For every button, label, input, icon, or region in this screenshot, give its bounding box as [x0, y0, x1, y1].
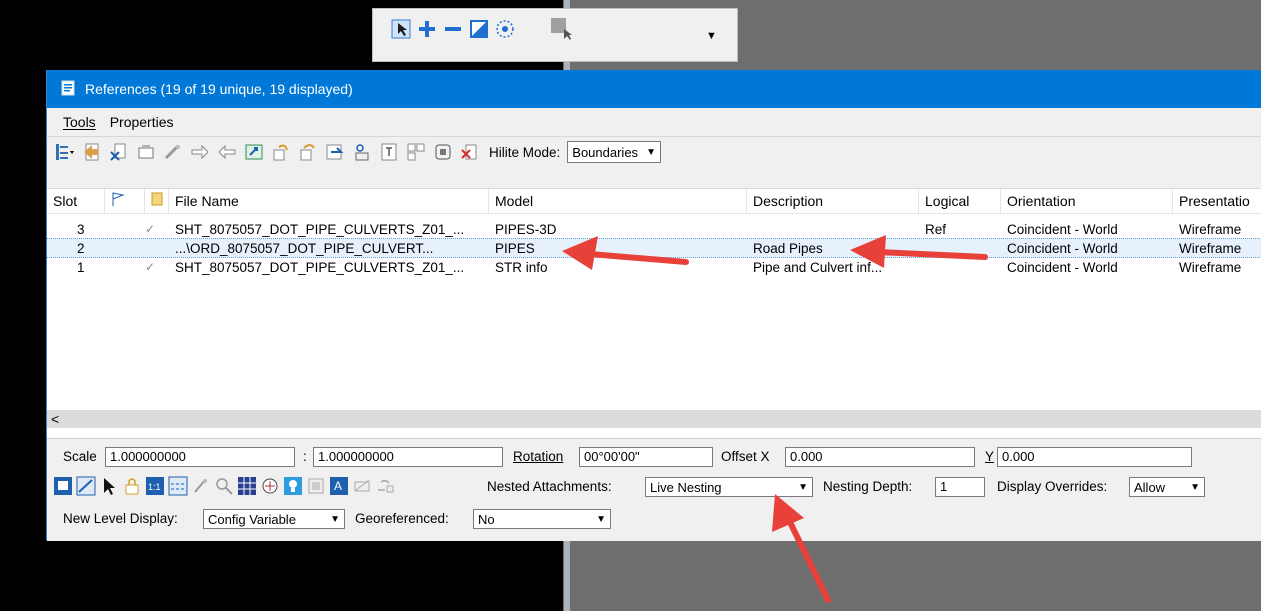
- arrow-to-pipes-icon: [562, 236, 689, 270]
- arrow-to-nested-attachments-icon: [772, 494, 831, 603]
- annotation-arrows: [562, 235, 988, 603]
- arrow-to-road-pipes-icon: [850, 235, 988, 268]
